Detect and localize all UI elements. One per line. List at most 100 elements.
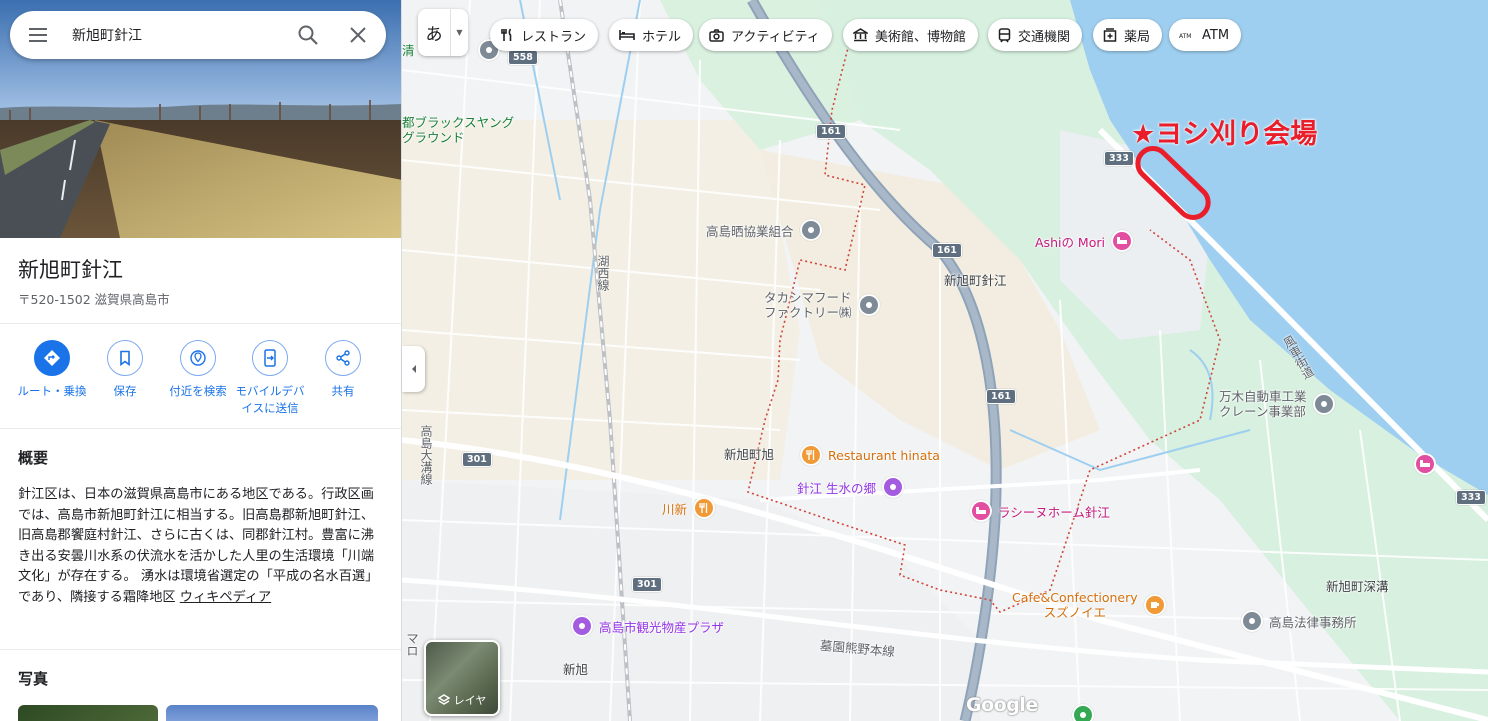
nearby-button[interactable]: 付近を検索	[162, 340, 234, 400]
poi-harie-shozu[interactable]: 針江 生水の郷	[797, 476, 904, 498]
poi-label: 万木自動車工業 クレーン事業部	[1219, 389, 1307, 419]
road-label-kosei: 湖西線	[596, 255, 610, 291]
poi-label: Cafe&Confectionery スズノイエ	[1012, 590, 1138, 620]
poi-takashima-sarashi[interactable]: 高島晒協業組合	[706, 219, 822, 241]
road-shield-161: 161	[816, 124, 846, 139]
chip-activities[interactable]: アクティビティ	[699, 19, 832, 51]
poi-ashi-no-mori[interactable]: Ashiの Mori	[1035, 230, 1133, 252]
chip-transit[interactable]: 交通機関	[988, 19, 1083, 51]
poi-kawashin[interactable]: 川新	[662, 497, 716, 519]
directions-button[interactable]: ルート・乗換	[16, 340, 88, 400]
chip-atm[interactable]: ATM ATM	[1169, 19, 1242, 51]
action-label: ルート・乗換	[17, 384, 87, 398]
chip-restaurants[interactable]: レストラン	[490, 19, 599, 51]
poi-label: 高島市観光物産プラザ	[599, 619, 725, 635]
road-shield-333: 333	[1456, 490, 1486, 505]
directions-icon	[34, 340, 70, 376]
google-logo: Google	[966, 694, 1038, 716]
bed-icon	[619, 30, 635, 40]
send-to-phone-button[interactable]: モバイルデバイスに送信	[234, 340, 306, 417]
collapse-panel-button[interactable]	[402, 346, 425, 392]
caret-down-icon[interactable]: ▼	[451, 28, 468, 37]
place-address: 〒520-1502 滋賀県高島市	[18, 292, 170, 307]
bookmark-icon	[107, 340, 143, 376]
language-toggle-button[interactable]: あ ▼	[418, 9, 468, 56]
lodging-pin-icon[interactable]	[1414, 453, 1436, 475]
poi-label: ラシーヌホーム針江	[998, 504, 1110, 520]
business-pin-icon	[1241, 610, 1263, 632]
chip-label: レストラン	[521, 29, 587, 45]
search-input[interactable]	[72, 23, 272, 47]
business-pin-icon	[1312, 393, 1335, 415]
share-button[interactable]: 共有	[307, 340, 379, 400]
area-label-ground: 都ブラックスヤング グラウンド	[402, 115, 515, 145]
area-label-fukamizo: 新旭町深溝	[1326, 579, 1389, 594]
poi-label: 高島法律事務所	[1269, 614, 1357, 630]
business-pin-icon	[857, 294, 880, 316]
station-label-shinasahi: 新旭	[563, 662, 589, 677]
poi-takashima-food[interactable]: タカシマフード ファクトリー㈱	[764, 290, 880, 320]
poi-suzunoie[interactable]: Cafe&Confectionery スズノイエ	[1012, 590, 1166, 620]
road-label-mar: マロ	[404, 632, 419, 657]
overview-heading: 概要	[18, 449, 49, 467]
place-panel: 新旭町針江 〒520-1502 滋賀県高島市 ルート・乗換 保存 付近を検索	[0, 0, 402, 721]
chip-pharmacy[interactable]: 薬局	[1093, 19, 1163, 51]
park-pin-icon[interactable]	[1072, 704, 1094, 721]
road-shield-558: 558	[508, 50, 538, 65]
layers-label: レイヤ	[453, 694, 487, 707]
caret-left-icon	[411, 365, 416, 373]
action-label: モバイルデバイスに送信	[235, 384, 305, 415]
save-button[interactable]: 保存	[89, 340, 161, 400]
divider	[0, 428, 401, 429]
lodging-pin-icon	[1110, 230, 1133, 252]
chip-museums[interactable]: 美術館、博物館	[843, 19, 979, 51]
business-pin-icon	[799, 219, 822, 241]
cafe-pin-icon	[1143, 594, 1166, 616]
road-shield-161: 161	[986, 389, 1016, 404]
shopping-pin-icon	[571, 615, 593, 637]
nearby-icon	[180, 340, 216, 376]
road-shield-161: 161	[932, 243, 962, 258]
photo-thumbnail[interactable]	[166, 705, 378, 721]
menu-icon[interactable]	[26, 23, 50, 47]
photo-thumbnail[interactable]	[18, 705, 158, 721]
atm-icon: ATM	[1179, 33, 1191, 39]
overview-text: 針江区は、日本の滋賀県高島市にある地区である。行政区画では、高島市新旭町針江に相…	[18, 485, 380, 609]
road-shield-301: 301	[462, 452, 492, 467]
chip-hotels[interactable]: ホテル	[609, 19, 694, 51]
poi-label: 川新	[662, 501, 688, 517]
road-shield-301: 301	[632, 577, 662, 592]
layers-button[interactable]: レイヤ	[424, 640, 500, 716]
annotation-text: ヨシ刈り会場	[1155, 119, 1318, 150]
train-icon	[998, 27, 1011, 42]
wikipedia-link[interactable]: ウィキペディア	[180, 590, 271, 605]
close-icon[interactable]	[346, 23, 370, 47]
action-label: 付近を検索	[169, 384, 227, 398]
attraction-pin-icon	[881, 476, 904, 498]
search-icon[interactable]	[296, 23, 320, 47]
poi-racine-home[interactable]: ラシーヌホーム針江	[970, 500, 1110, 522]
action-label: 共有	[331, 384, 355, 398]
chip-label: 薬局	[1124, 29, 1151, 45]
poi-kanko-plaza[interactable]: 高島市観光物産プラザ	[571, 615, 724, 637]
chip-label: ATM	[1202, 27, 1230, 43]
chip-label: アクティビティ	[731, 29, 820, 45]
place-title: 新旭町針江	[18, 258, 123, 282]
share-icon	[325, 340, 361, 376]
star-icon: ★	[1131, 119, 1156, 150]
photos-heading: 写真	[18, 670, 49, 688]
road-label-takashima-omizo: 高島大溝線	[419, 425, 433, 485]
poi-label: 針江 生水の郷	[797, 480, 876, 496]
fork-knife-icon	[501, 28, 512, 41]
send-to-phone-icon	[252, 340, 288, 376]
divider	[0, 323, 401, 324]
museum-icon	[853, 28, 868, 42]
layers-icon	[437, 694, 450, 705]
poi-takashima-law[interactable]: 高島法律事務所	[1241, 610, 1357, 632]
poi-yurugi-jidosha[interactable]: 万木自動車工業 クレーン事業部	[1219, 389, 1335, 419]
poi-restaurant-hinata[interactable]: Restaurant hinata	[800, 444, 940, 466]
poi-label: Restaurant hinata	[828, 447, 940, 463]
divider	[0, 649, 401, 650]
restaurant-pin-icon	[800, 444, 822, 466]
poi-label: 高島晒協業組合	[706, 223, 794, 239]
